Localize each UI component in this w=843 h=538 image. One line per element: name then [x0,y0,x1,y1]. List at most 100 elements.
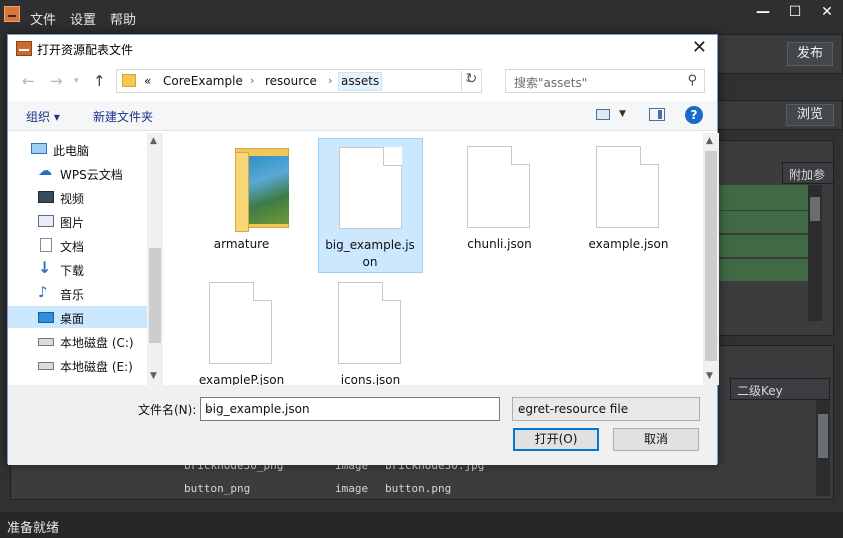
address-bar[interactable]: « CoreExample › resource › assets ⌄ ↻ [116,69,482,93]
refresh-icon[interactable]: ↻ [461,71,481,91]
chevron-down-icon[interactable]: ⌄ [518,403,693,414]
search-box[interactable]: 搜索"assets" ⚲ [505,69,705,93]
row-url: button.png [385,482,452,495]
scroll-thumb[interactable] [705,151,717,361]
open-file-dialog: 打开资源配表文件 ✕ ← → ▾ ↑ « CoreExample › resou… [7,34,719,465]
nav-item-drive-e[interactable]: 本地磁盘 (E:) [8,354,147,376]
view-icon[interactable] [596,109,610,120]
file-name: exampleP.json [198,373,285,385]
breadcrumb-prefix[interactable]: « [144,74,151,88]
filename-input[interactable]: big_example.json ⌄ [200,397,500,421]
nav-item-music[interactable]: ♪ 音乐 [8,282,147,304]
maximize-icon[interactable]: ☐ [784,4,806,22]
filetype-select[interactable]: egret-resource file ⌄ [512,397,700,421]
music-icon: ♪ [38,283,48,301]
scroll-down-icon[interactable]: ▼ [150,371,157,381]
table-row[interactable] [718,211,812,233]
file-item-armature[interactable]: armature [189,138,294,273]
resource-table-scrollbar[interactable] [816,400,830,496]
file-item-icons[interactable]: icons.json [318,274,423,385]
menu-settings[interactable]: 设置 [70,9,96,28]
forward-arrow-icon[interactable]: → [50,72,63,90]
new-folder-button[interactable]: 新建文件夹 [93,108,153,125]
scroll-up-icon[interactable]: ▲ [706,136,713,146]
chevron-right-icon[interactable]: › [328,74,332,87]
file-name: icons.json [340,373,401,385]
nav-item-wps-cloud[interactable]: ☁ WPS云文档 [8,162,147,184]
breadcrumb-coreexample[interactable]: CoreExample [163,74,243,88]
menu-help[interactable]: 帮助 [110,9,136,28]
file-item-examplep[interactable]: exampleP.json [189,274,294,385]
table-row[interactable] [718,259,812,281]
nav-item-videos[interactable]: 视频 [8,186,147,208]
file-name: example.json [588,237,669,251]
scroll-down-icon[interactable]: ▼ [706,371,713,381]
desktop-icon [38,312,54,323]
video-icon [38,191,54,203]
nav-item-documents[interactable]: 文档 [8,234,147,256]
app-logo-icon [4,6,20,22]
file-list-scrollbar[interactable]: ▲ ▼ [703,133,719,385]
close-icon[interactable]: ✕ [816,4,838,22]
preview-pane-icon[interactable] [649,108,665,121]
column-header-key2: 二级Key [730,378,830,400]
cloud-icon: ☁ [38,163,52,179]
navigation-pane: 此电脑 ☁ WPS云文档 视频 图片 文档 ↓ 下载 ♪ 音乐 桌面 本地磁盘 … [8,133,163,385]
menu-file[interactable]: 文件 [30,9,56,28]
chevron-down-icon[interactable]: ⌄ [205,403,494,414]
nav-label: 文档 [60,240,85,254]
nav-label: WPS云文档 [60,168,123,182]
up-arrow-icon[interactable]: ↑ [93,72,106,90]
breadcrumb-resource[interactable]: resource [265,74,317,88]
app-titlebar: 文件 设置 帮助 — ☐ ✕ [0,0,843,34]
row-name: button_png [184,482,251,495]
breadcrumb-assets[interactable]: assets [338,72,383,91]
nav-item-drive-c[interactable]: 本地磁盘 (C:) [8,330,147,352]
view-chevron-icon[interactable]: ▼ [619,109,626,119]
file-item-example[interactable]: example.json [576,138,681,273]
chevron-right-icon[interactable]: › [250,74,254,87]
organize-menu[interactable]: 组织 ▾ [26,108,60,125]
table-scrollbar[interactable] [808,185,822,321]
publish-button[interactable]: 发布 [787,42,833,66]
dialog-footer: 文件名(N): big_example.json ⌄ egret-resourc… [8,385,717,465]
nav-label: 图片 [60,216,85,230]
recent-chevron-icon[interactable]: ▾ [74,76,79,86]
open-button[interactable]: 打开(O) [513,428,599,451]
cancel-button[interactable]: 取消 [613,428,699,451]
table-row[interactable] [718,185,812,210]
nav-label: 本地磁盘 (C:) [60,336,134,350]
column-header-extra: 附加参 [782,162,834,184]
nav-item-downloads[interactable]: ↓ 下载 [8,258,147,280]
nav-item-desktop[interactable]: 桌面 [8,306,147,328]
file-icon [209,282,272,364]
nav-label: 本地磁盘 (E:) [60,360,133,374]
nav-item-this-pc[interactable]: 此电脑 [8,138,147,160]
nav-scrollbar[interactable]: ▲ ▼ [147,133,163,385]
dialog-close-icon[interactable]: ✕ [692,37,707,58]
search-icon[interactable]: ⚲ [687,73,697,88]
search-placeholder: 搜索"assets" [514,76,588,90]
drive-icon [38,338,54,346]
minimize-icon[interactable]: — [752,4,774,22]
table-row[interactable]: button_png image button.png [180,478,630,500]
file-item-chunli[interactable]: chunli.json [447,138,552,273]
nav-label: 音乐 [60,288,85,302]
nav-item-pictures[interactable]: 图片 [8,210,147,232]
download-icon: ↓ [38,258,52,277]
scroll-thumb[interactable] [149,248,161,343]
scroll-up-icon[interactable]: ▲ [150,136,157,146]
browse-button[interactable]: 浏览 [786,104,834,126]
table-row[interactable] [718,235,812,257]
help-icon[interactable]: ? [685,106,703,124]
file-icon [467,146,530,228]
back-arrow-icon[interactable]: ← [22,72,35,90]
nav-label: 桌面 [60,312,85,326]
filename-label: 文件名(N): [138,403,197,417]
file-list: armature big_example.json chunli.json ex… [164,133,703,385]
dialog-titlebar: 打开资源配表文件 ✕ [8,35,717,63]
folder-front [235,152,249,232]
nav-label: 此电脑 [53,144,90,158]
file-item-big-example[interactable]: big_example.json [318,138,423,273]
dialog-title: 打开资源配表文件 [37,43,134,57]
